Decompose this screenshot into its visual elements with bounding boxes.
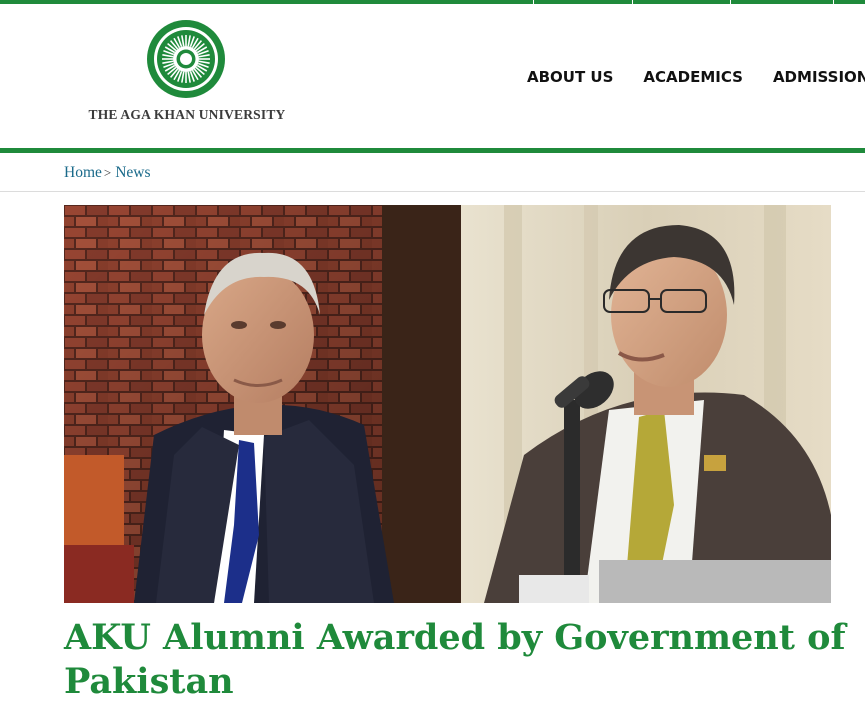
article-title: AKU Alumni Awarded by Government of Paki…: [64, 617, 846, 702]
breadcrumb-news-link[interactable]: News: [115, 164, 150, 182]
site-header: THE AGA KHAN UNIVERSITY ABOUT US ACADEMI…: [0, 4, 865, 148]
nav-item-about-us[interactable]: ABOUT US: [527, 68, 613, 86]
nav-item-academics[interactable]: ACADEMICS: [643, 68, 743, 86]
site-logo[interactable]: THE AGA KHAN UNIVERSITY: [82, 19, 292, 129]
hero-image-right: [461, 205, 831, 603]
header-divider: [0, 148, 865, 153]
breadcrumb: Home > News: [64, 164, 151, 182]
nav-item-admissions[interactable]: ADMISSIONS: [773, 68, 865, 86]
hero-image-left: [64, 205, 461, 603]
breadcrumb-separator: >: [103, 165, 112, 180]
aku-sun-seal-icon: [147, 20, 225, 98]
breadcrumb-divider: [0, 191, 865, 192]
breadcrumb-home-link[interactable]: Home: [64, 164, 102, 182]
main-nav: ABOUT US ACADEMICS ADMISSIONS: [527, 68, 865, 86]
hero-image: [64, 205, 831, 603]
brand-name: THE AGA KHAN UNIVERSITY: [88, 107, 286, 122]
